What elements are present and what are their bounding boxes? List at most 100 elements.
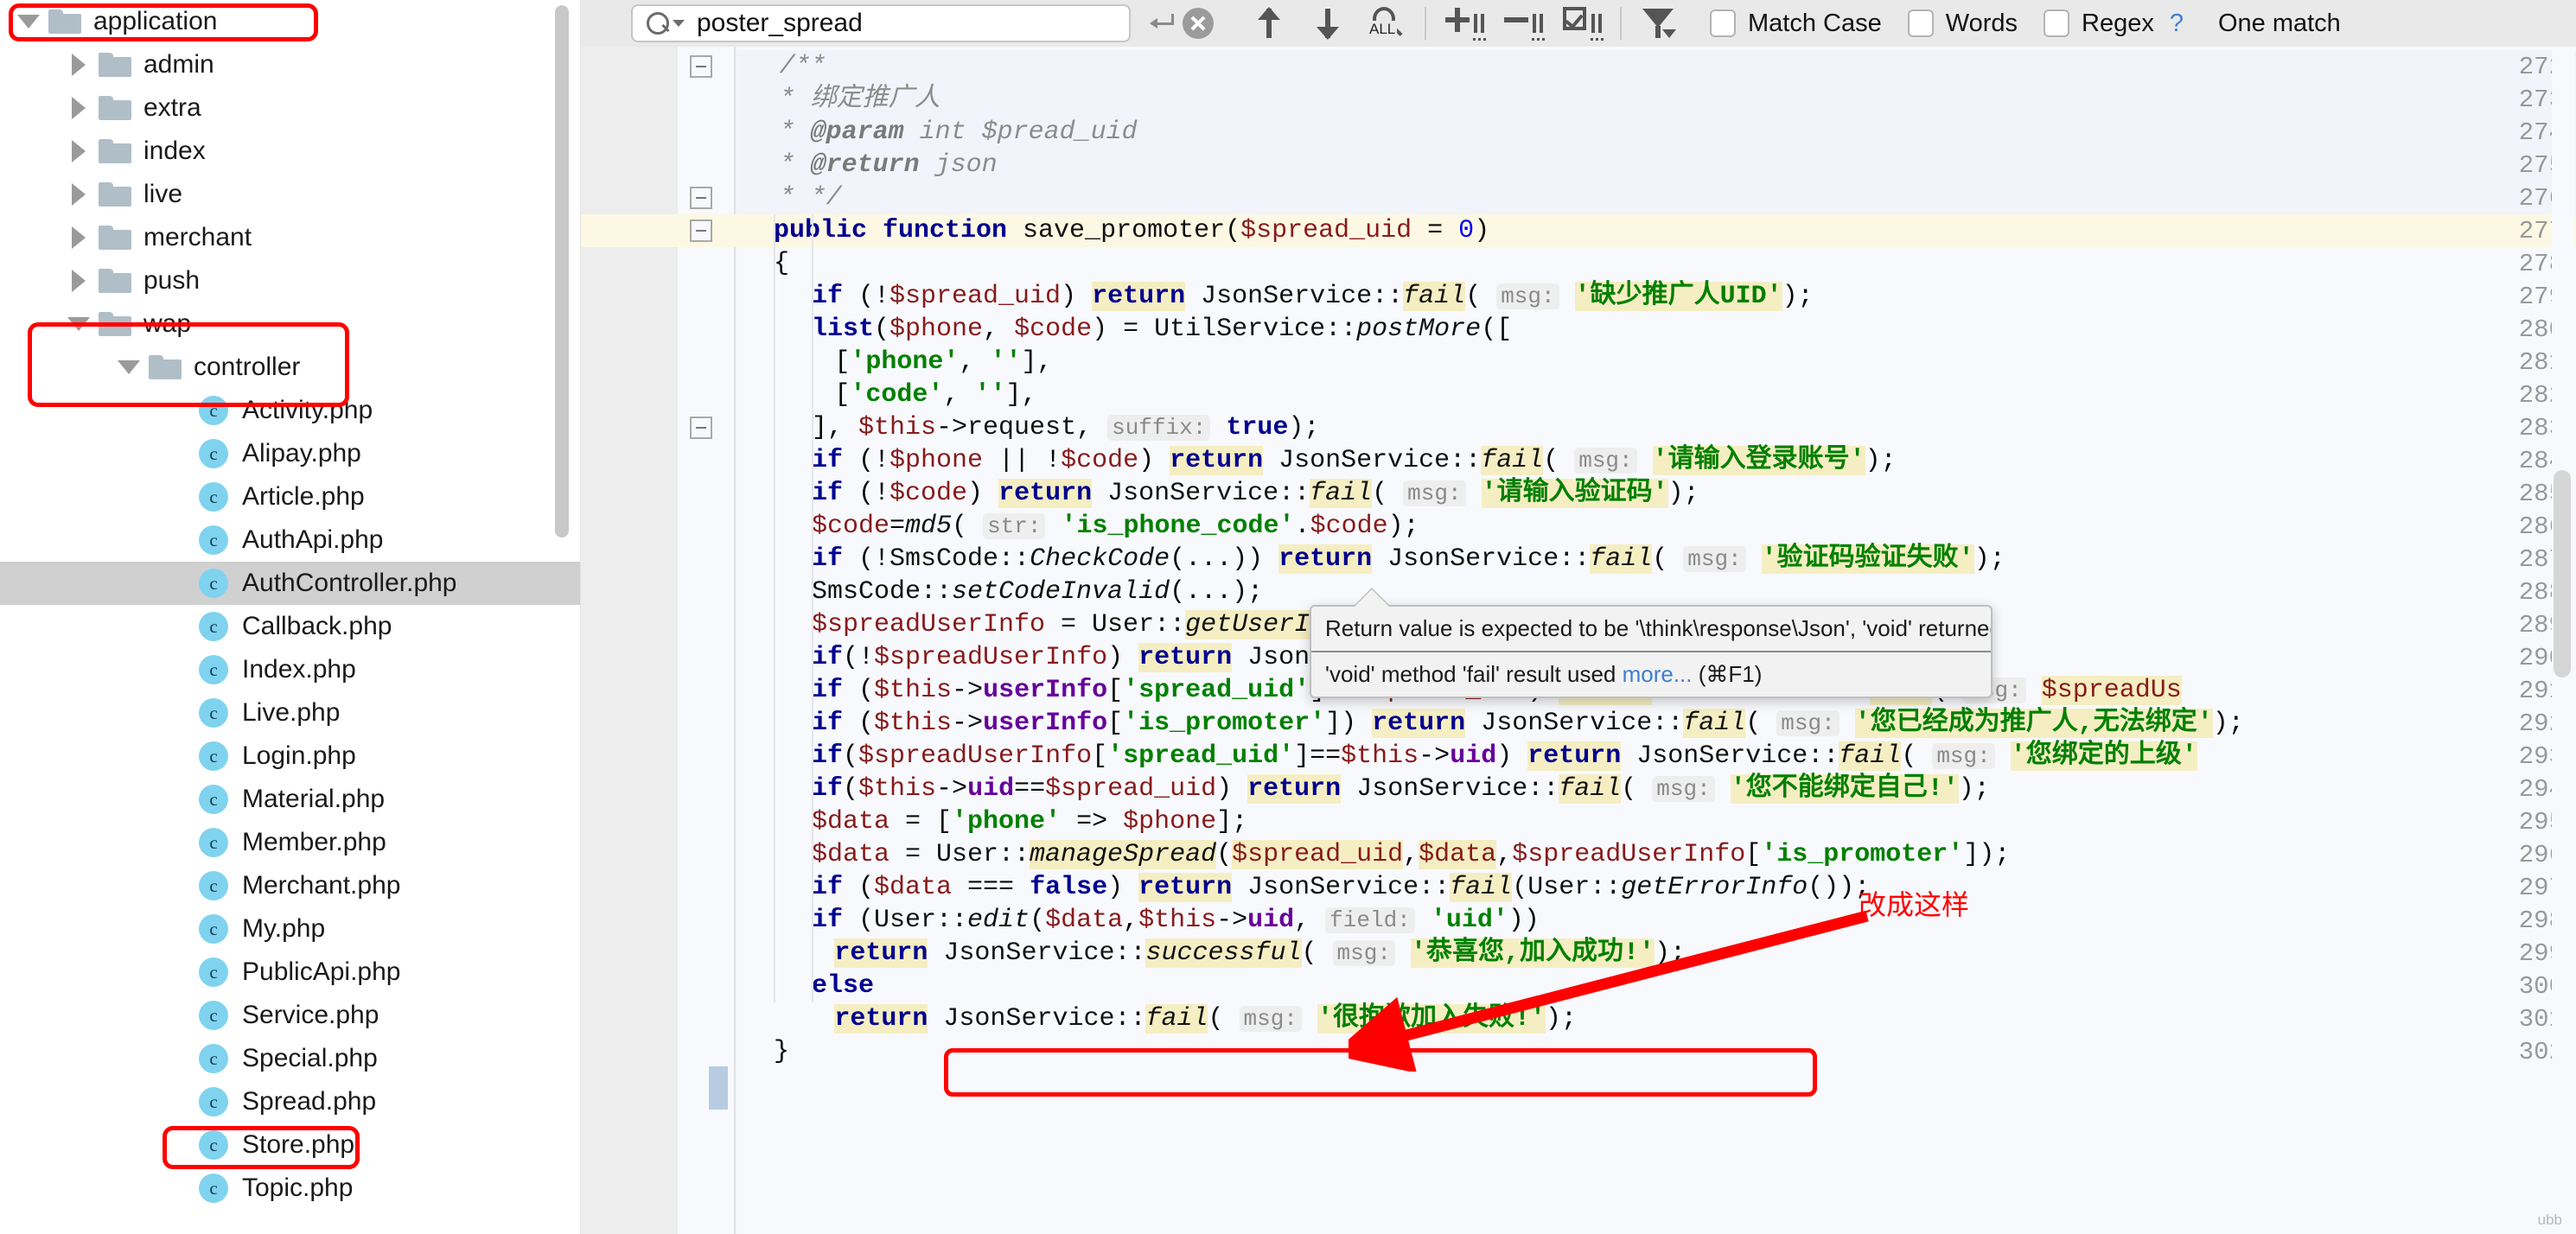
chevron-right-icon[interactable] bbox=[72, 54, 86, 76]
tree-item-special-php[interactable]: c Special.php bbox=[0, 1037, 581, 1080]
regex-checkbox[interactable] bbox=[2044, 10, 2069, 37]
chevron-right-icon[interactable] bbox=[72, 226, 86, 249]
enter-icon[interactable] bbox=[1150, 14, 1176, 33]
tree-toggle[interactable] bbox=[59, 54, 99, 76]
code-line[interactable]: list($phone, $code) = UtilService::postM… bbox=[736, 313, 1512, 346]
tree-item-callback-php[interactable]: c Callback.php bbox=[0, 605, 581, 648]
tree-item-live[interactable]: live bbox=[0, 173, 581, 216]
tree-toggle[interactable] bbox=[59, 270, 99, 292]
find-next-icon[interactable] bbox=[1304, 3, 1352, 43]
project-tree-scrollbar[interactable] bbox=[555, 5, 569, 537]
code-line[interactable]: $code=md5( str: 'is_phone_code'.$code); bbox=[736, 510, 1419, 543]
code-line[interactable]: else bbox=[736, 970, 874, 1002]
search-field-wrapper[interactable] bbox=[631, 4, 1131, 42]
code-line[interactable]: if (!$phone || !$code) return JsonServic… bbox=[736, 444, 1897, 477]
code-line[interactable]: if ($this->userInfo['is_promoter']) retu… bbox=[736, 707, 2244, 740]
chevron-right-icon[interactable] bbox=[72, 97, 86, 119]
tree-item-index-php[interactable]: c Index.php bbox=[0, 648, 581, 691]
regex-label: Regex bbox=[2082, 9, 2154, 37]
code-line[interactable]: $data = User::manageSpread($spread_uid,$… bbox=[736, 838, 2010, 871]
select-all-icon[interactable] bbox=[1558, 3, 1606, 43]
editor-scrollbar-thumb[interactable] bbox=[2554, 470, 2571, 677]
chevron-right-icon[interactable] bbox=[72, 140, 86, 162]
chevron-right-icon[interactable] bbox=[72, 270, 86, 292]
tree-item-index[interactable]: index bbox=[0, 130, 581, 173]
tree-item-material-php[interactable]: c Material.php bbox=[0, 778, 581, 821]
tree-item-activity-php[interactable]: c Activity.php bbox=[0, 389, 581, 432]
tree-item-merchant-php[interactable]: c Merchant.php bbox=[0, 864, 581, 907]
fold-toggle-icon[interactable] bbox=[690, 417, 712, 439]
tree-item-application[interactable]: application bbox=[0, 0, 581, 43]
chevron-down-icon[interactable] bbox=[118, 360, 140, 374]
find-previous-icon[interactable] bbox=[1245, 3, 1293, 43]
tree-toggle[interactable] bbox=[59, 317, 99, 331]
tree-item-member-php[interactable]: c Member.php bbox=[0, 821, 581, 864]
code-line[interactable]: if (!$spread_uid) return JsonService::fa… bbox=[736, 280, 1814, 313]
code-line[interactable]: ], $this->request, suffix: true); bbox=[736, 411, 1319, 444]
regex-help-icon[interactable]: ? bbox=[2170, 10, 2184, 38]
fold-toggle-icon[interactable] bbox=[690, 55, 712, 78]
search-input[interactable] bbox=[695, 8, 980, 39]
tree-toggle[interactable] bbox=[109, 360, 149, 374]
code-line[interactable]: ['code', ''], bbox=[736, 378, 1036, 411]
tree-item-login-php[interactable]: c Login.php bbox=[0, 735, 581, 778]
fold-toggle-icon[interactable] bbox=[690, 187, 712, 209]
code-line[interactable]: * */ bbox=[736, 181, 842, 214]
tree-toggle[interactable] bbox=[59, 97, 99, 119]
tree-item-authapi-php[interactable]: c AuthApi.php bbox=[0, 518, 581, 562]
tree-item-extra[interactable]: extra bbox=[0, 86, 581, 130]
code-token: return bbox=[1278, 544, 1373, 574]
code-line[interactable]: if (!SmsCode::CheckCode(...)) return Jso… bbox=[736, 543, 2005, 576]
tree-item-alipay-php[interactable]: c Alipay.php bbox=[0, 432, 581, 475]
tree-item-live-php[interactable]: c Live.php bbox=[0, 691, 581, 735]
tree-toggle[interactable] bbox=[59, 183, 99, 206]
chevron-right-icon[interactable] bbox=[72, 183, 86, 206]
tree-item-publicapi-php[interactable]: c PublicApi.php bbox=[0, 951, 581, 994]
tree-item-push[interactable]: push bbox=[0, 259, 581, 302]
tree-item-service-php[interactable]: c Service.php bbox=[0, 994, 581, 1037]
code-line[interactable]: if (!$code) return JsonService::fail( ms… bbox=[736, 477, 1699, 510]
add-selection-icon[interactable] bbox=[1440, 3, 1489, 43]
code-token: ( bbox=[1745, 709, 1777, 738]
code-line[interactable]: SmsCode::setCodeInvalid(...); bbox=[736, 576, 1263, 608]
tree-item-spread-php[interactable]: c Spread.php bbox=[0, 1080, 581, 1123]
code-line[interactable]: * 绑定推广人 bbox=[736, 83, 940, 116]
chevron-down-icon[interactable] bbox=[67, 317, 90, 331]
tree-item-article-php[interactable]: c Article.php bbox=[0, 475, 581, 518]
fold-column-marker[interactable] bbox=[709, 1066, 728, 1110]
clear-search-icon[interactable] bbox=[1183, 8, 1214, 39]
tree-item-topic-php[interactable]: c Topic.php bbox=[0, 1167, 581, 1210]
match-case-checkbox[interactable] bbox=[1710, 10, 1736, 37]
tree-item-controller[interactable]: controller bbox=[0, 346, 581, 389]
chevron-down-icon[interactable] bbox=[17, 15, 40, 29]
tree-item-admin[interactable]: admin bbox=[0, 43, 581, 86]
code-line[interactable]: ['phone', ''], bbox=[736, 346, 1052, 378]
code-line[interactable]: if($spreadUserInfo['spread_uid']==$this-… bbox=[736, 740, 2197, 773]
tree-item-merchant[interactable]: merchant bbox=[0, 216, 581, 259]
line-number: 278 bbox=[2518, 250, 2564, 278]
tree-item-store-php[interactable]: c Store.php bbox=[0, 1123, 581, 1167]
search-history-caret-icon[interactable] bbox=[673, 20, 685, 27]
tree-item-my-php[interactable]: c My.php bbox=[0, 907, 581, 951]
tree-toggle[interactable] bbox=[9, 15, 48, 29]
filter-icon[interactable] bbox=[1636, 3, 1684, 43]
tooltip-line-2-more-link[interactable]: more... bbox=[1623, 661, 1693, 687]
code-line[interactable]: } bbox=[736, 1035, 789, 1068]
code-token: ( bbox=[843, 873, 875, 902]
code-line[interactable]: * @return json bbox=[736, 149, 998, 181]
code-line[interactable]: * @param int $pread_uid bbox=[736, 116, 1138, 149]
remove-selection-icon[interactable] bbox=[1499, 3, 1547, 43]
code-line[interactable]: if($this->uid==$spread_uid) return JsonS… bbox=[736, 773, 1990, 805]
tree-item-authcontroller-php[interactable]: c AuthController.php bbox=[0, 562, 581, 605]
inspection-tooltip[interactable]: Return value is expected to be '\think\r… bbox=[1310, 605, 1993, 698]
fold-toggle-icon[interactable] bbox=[690, 219, 712, 242]
words-checkbox[interactable] bbox=[1907, 10, 1934, 37]
select-all-occurrences-icon[interactable]: ALL bbox=[1362, 3, 1411, 43]
code-line[interactable]: public function save_promoter($spread_ui… bbox=[736, 214, 1489, 247]
tree-toggle[interactable] bbox=[59, 140, 99, 162]
tree-item-wap[interactable]: wap bbox=[0, 302, 581, 346]
tree-toggle[interactable] bbox=[59, 226, 99, 249]
editor-scrollbar-track[interactable] bbox=[2552, 47, 2574, 1234]
code-line[interactable]: { bbox=[736, 247, 789, 280]
code-line[interactable]: /** bbox=[736, 50, 826, 83]
